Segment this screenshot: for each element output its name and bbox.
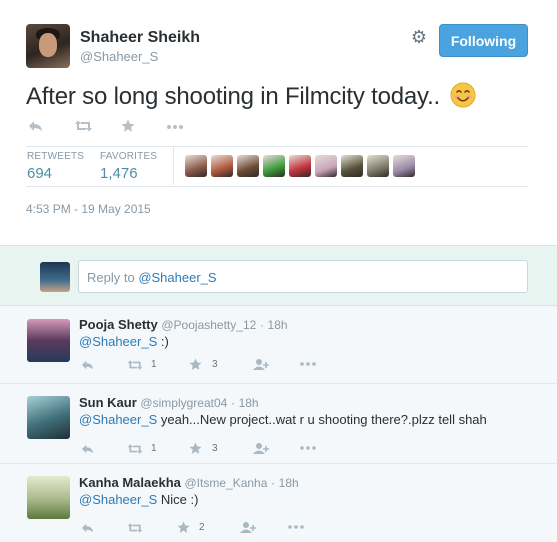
main-tweet: Shaheer Sheikh @Shaheer_S ⚙ Following Af… xyxy=(0,0,557,245)
retweets-count[interactable]: 694 xyxy=(27,165,52,182)
favoriter-avatar-3[interactable] xyxy=(237,155,259,177)
current-user-avatar xyxy=(40,262,70,292)
reply-box: Reply to @Shaheer_S xyxy=(0,245,557,306)
reply-body: Nice :) xyxy=(157,492,199,507)
retweet-count: 1 xyxy=(151,443,157,454)
reply-text: @Shaheer_S yeah...New project..wat r u s… xyxy=(79,412,487,427)
reply-text: @Shaheer_S Nice :) xyxy=(79,492,198,507)
author-avatar[interactable] xyxy=(26,24,70,68)
reply-avatar[interactable] xyxy=(27,396,70,439)
reply-author-name[interactable]: Kanha Malaekha xyxy=(79,475,181,490)
reply-author-name[interactable]: Pooja Shetty xyxy=(79,317,158,332)
more-icon[interactable] xyxy=(166,119,184,133)
reply-icon[interactable] xyxy=(28,119,44,133)
reply-time[interactable]: 18h xyxy=(239,396,259,410)
reply-time[interactable]: 18h xyxy=(268,318,288,332)
favoriter-avatar-7[interactable] xyxy=(341,155,363,177)
reply-dot: · xyxy=(259,318,264,332)
reply-icon[interactable] xyxy=(81,443,95,455)
replies-list: Pooja Shetty @Poojashetty_12 · 18h @Shah… xyxy=(0,306,557,542)
reply-header: Sun Kaur @simplygreat04 · 18h xyxy=(79,395,259,410)
smiling-face-emoji-icon xyxy=(450,82,476,108)
retweet-icon[interactable] xyxy=(75,119,92,133)
gear-icon[interactable]: ⚙ xyxy=(410,28,428,46)
favorite-icon[interactable] xyxy=(121,119,135,133)
favoriter-avatar-2[interactable] xyxy=(211,155,233,177)
author-handle[interactable]: @Shaheer_S xyxy=(80,49,158,64)
favorites-count[interactable]: 1,476 xyxy=(100,165,138,182)
favorite-icon[interactable] xyxy=(189,358,202,371)
favorite-count: 2 xyxy=(199,522,205,533)
reply-author-name[interactable]: Sun Kaur xyxy=(79,395,137,410)
list-item[interactable]: Kanha Malaekha @Itsme_Kanha · 18h @Shahe… xyxy=(0,464,557,542)
reply-avatar[interactable] xyxy=(27,319,70,362)
favoriter-avatar-8[interactable] xyxy=(367,155,389,177)
follow-user-icon[interactable] xyxy=(253,442,269,455)
favoriter-avatar-6[interactable] xyxy=(315,155,337,177)
divider xyxy=(26,146,528,147)
tweet-timestamp[interactable]: 4:53 PM - 19 May 2015 xyxy=(26,202,151,216)
list-item[interactable]: Pooja Shetty @Poojashetty_12 · 18h @Shah… xyxy=(0,306,557,384)
reply-mention[interactable]: @Shaheer_S xyxy=(79,334,157,349)
retweet-count: 1 xyxy=(151,359,157,370)
retweet-icon[interactable] xyxy=(127,443,143,455)
favoriter-avatar-4[interactable] xyxy=(263,155,285,177)
more-icon[interactable] xyxy=(300,445,316,451)
divider xyxy=(26,186,528,187)
follow-user-icon[interactable] xyxy=(240,521,256,534)
reply-author-handle[interactable]: @Itsme_Kanha xyxy=(185,476,268,490)
favoriter-avatar-9[interactable] xyxy=(393,155,415,177)
tweet-text: After so long shooting in Filmcity today… xyxy=(26,82,476,111)
reply-dot: · xyxy=(271,476,276,490)
follow-user-icon[interactable] xyxy=(253,358,269,371)
reply-body: :) xyxy=(157,334,169,349)
retweet-icon[interactable] xyxy=(127,522,143,534)
favorite-count: 3 xyxy=(212,359,218,370)
reply-input[interactable]: Reply to @Shaheer_S xyxy=(78,260,528,293)
reply-dot: · xyxy=(230,396,235,410)
reply-prefix: Reply to xyxy=(87,270,139,285)
tweet-text-content: After so long shooting in Filmcity today… xyxy=(26,83,441,110)
favoriter-avatar-1[interactable] xyxy=(185,155,207,177)
reply-avatar[interactable] xyxy=(27,476,70,519)
reply-mention[interactable]: @Shaheer_S xyxy=(79,412,157,427)
retweet-icon[interactable] xyxy=(127,359,143,371)
following-button[interactable]: Following xyxy=(439,24,528,57)
list-item[interactable]: Sun Kaur @simplygreat04 · 18h @Shaheer_S… xyxy=(0,384,557,464)
reply-icon[interactable] xyxy=(81,359,95,371)
more-icon[interactable] xyxy=(288,524,304,530)
more-icon[interactable] xyxy=(300,361,316,367)
reply-text: @Shaheer_S :) xyxy=(79,334,169,349)
retweets-label: RETWEETS xyxy=(27,151,85,162)
favorite-icon[interactable] xyxy=(177,521,190,534)
reply-icon[interactable] xyxy=(81,522,95,534)
reply-header: Pooja Shetty @Poojashetty_12 · 18h xyxy=(79,317,288,332)
reply-time[interactable]: 18h xyxy=(279,476,299,490)
reply-author-handle[interactable]: @simplygreat04 xyxy=(140,396,227,410)
reply-body: yeah...New project..wat r u shooting the… xyxy=(157,412,487,427)
favorite-icon[interactable] xyxy=(189,442,202,455)
reply-header: Kanha Malaekha @Itsme_Kanha · 18h xyxy=(79,475,299,490)
favorites-label: FAVORITES xyxy=(100,151,158,162)
favorite-count: 3 xyxy=(212,443,218,454)
reply-author-handle[interactable]: @Poojashetty_12 xyxy=(161,318,256,332)
reply-mention: @Shaheer_S xyxy=(138,270,217,285)
author-name[interactable]: Shaheer Sheikh xyxy=(80,29,200,47)
reply-mention[interactable]: @Shaheer_S xyxy=(79,492,157,507)
favoriter-avatar-5[interactable] xyxy=(289,155,311,177)
stats-separator xyxy=(173,147,174,185)
